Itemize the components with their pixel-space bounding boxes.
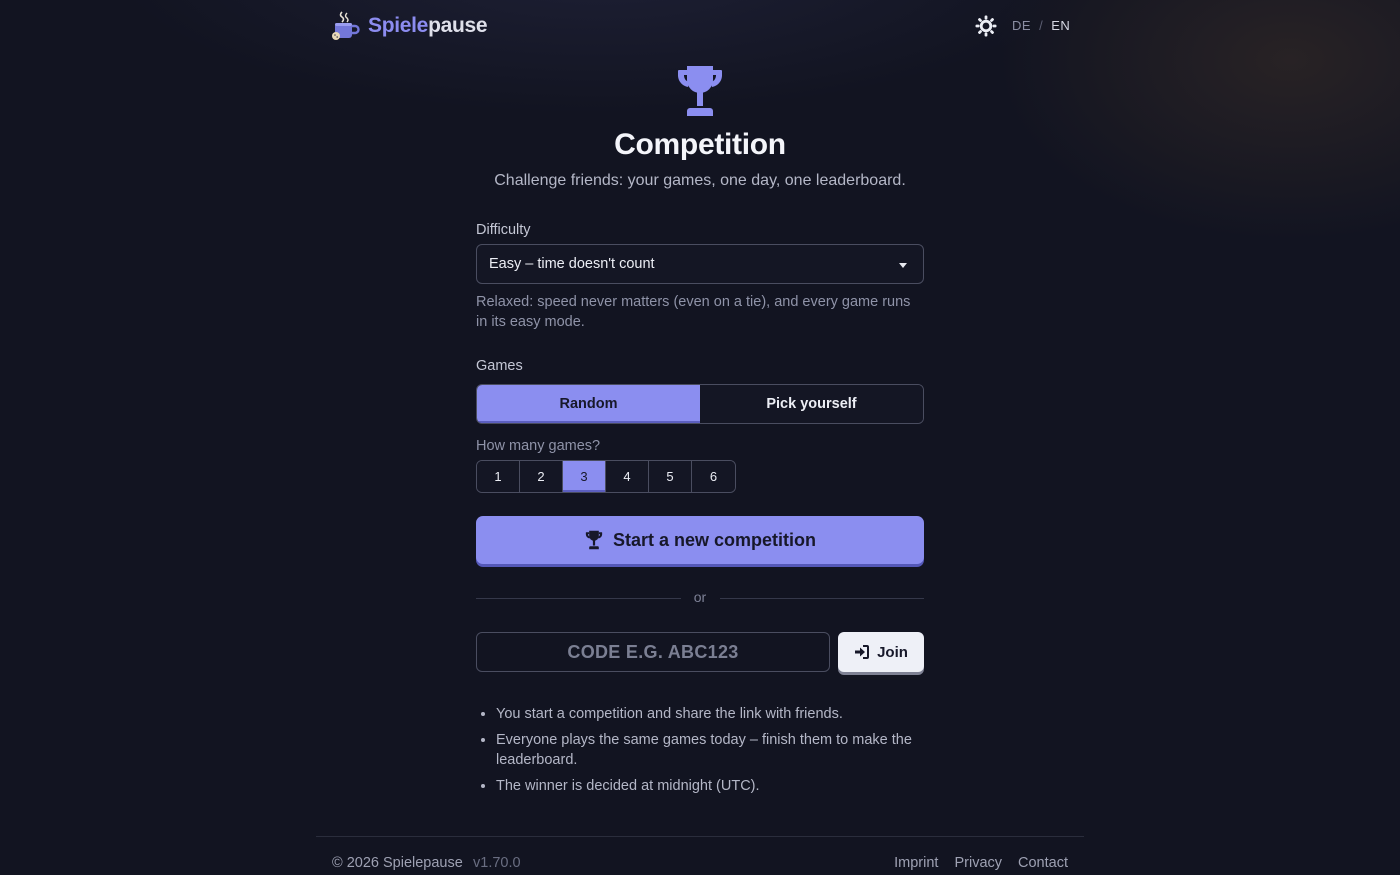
list-item: The winner is decided at midnight (UTC). [496,776,924,796]
lang-de-link[interactable]: DE [1012,18,1031,33]
brand-link[interactable]: Spielepause [330,10,488,42]
imprint-link[interactable]: Imprint [894,855,938,871]
page-subtitle: Challenge friends: your games, one day, … [494,172,906,189]
privacy-link[interactable]: Privacy [954,855,1002,871]
game-count-option-4[interactable]: 4 [606,461,649,492]
or-divider: or [476,589,924,607]
brand-name: Spielepause [368,14,488,38]
brand-name-part2: pause [428,14,488,37]
page-title: Competition [614,128,786,161]
trophy-icon [678,66,722,116]
start-competition-label: Start a new competition [612,529,817,550]
games-mode-random-button[interactable]: Random [477,385,700,423]
difficulty-select[interactable]: Easy – time doesn't count [476,244,924,284]
join-button-label: Join [877,643,908,661]
lang-en-link[interactable]: EN [1051,18,1070,33]
competition-code-input[interactable] [476,632,830,672]
language-switcher: DE / EN [1012,18,1070,33]
games-mode-toggle: Random Pick yourself [476,384,924,424]
game-count-option-5[interactable]: 5 [649,461,692,492]
difficulty-label: Difficulty [476,222,531,238]
competition-panel: Competition Challenge friends: your game… [476,64,924,794]
contact-link[interactable]: Contact [1018,855,1068,871]
header: Spielepause DE / EN [316,0,1084,52]
sign-in-icon [855,645,870,659]
caret-down-icon [899,263,907,268]
game-count-selector: 1 2 3 4 5 6 [476,460,736,493]
theme-toggle-button[interactable] [974,14,998,38]
version-text: v1.70.0 [473,855,521,871]
info-list: You start a competition and share the li… [496,704,924,802]
game-count-option-1[interactable]: 1 [477,461,520,492]
game-count-option-6[interactable]: 6 [692,461,735,492]
list-item: You start a competition and share the li… [496,704,924,724]
footer: © 2026 Spielepause v1.70.0 Imprint Priva… [316,836,1084,875]
start-competition-button[interactable]: Start a new competition [476,516,924,564]
lang-separator: / [1039,18,1044,33]
or-divider-text: or [693,589,707,605]
game-count-option-3[interactable]: 3 [563,461,606,492]
list-item: Everyone plays the same games today – fi… [496,730,924,770]
difficulty-help-text: Relaxed: speed never matters (even on a … [476,294,911,330]
brand-name-part1: Spiele [368,14,429,37]
games-label: Games [476,358,523,374]
footer-links: Imprint Privacy Contact [894,855,1068,871]
difficulty-select-value: Easy – time doesn't count [489,256,655,272]
game-count-label: How many games? [476,438,601,454]
trophy-icon [585,530,603,550]
games-mode-pick-button[interactable]: Pick yourself [700,385,923,423]
sun-icon [975,15,997,37]
join-button[interactable]: Join [838,632,924,672]
game-count-option-2[interactable]: 2 [520,461,563,492]
coffee-mug-icon [332,11,360,40]
copyright-text: © 2026 Spielepause [332,855,463,871]
